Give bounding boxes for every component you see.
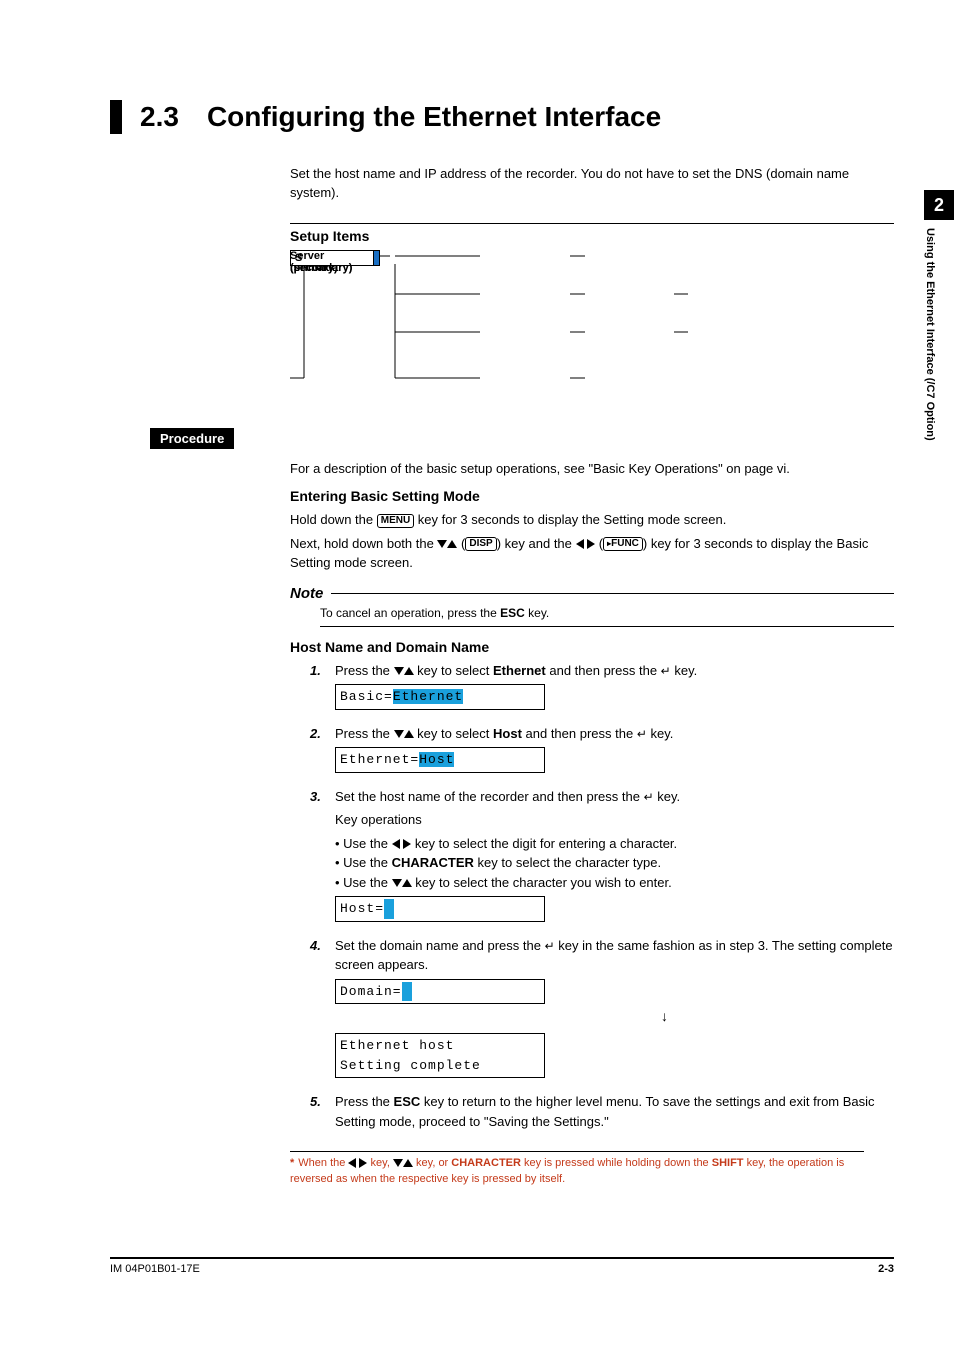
up-icon: [402, 879, 412, 887]
down-icon: [392, 879, 402, 887]
note-heading: Note: [290, 585, 894, 602]
setup-items-diagram: Ethernet End Host Local IP DNS Host Host…: [290, 250, 894, 420]
lcd-domain: Domain=: [335, 979, 545, 1005]
down-icon: [393, 1159, 403, 1167]
procedure-heading: Procedure: [150, 428, 234, 449]
lcd-ethernet-host: Ethernet=Host: [335, 747, 545, 773]
label-server-secondary: Server (secondary): [290, 250, 370, 274]
step-3: Set the host name of the recorder and th…: [310, 787, 894, 922]
left-icon: [392, 839, 400, 849]
left-icon: [576, 539, 584, 549]
up-icon: [404, 730, 414, 738]
enter-icon: ↵: [661, 662, 671, 680]
section-heading: Configuring the Ethernet Interface: [207, 100, 661, 134]
disp-key-icon: DISP: [465, 537, 496, 551]
section-number: 2.3: [140, 100, 179, 134]
intro-paragraph: Set the host name and IP address of the …: [290, 164, 894, 203]
step-5: Press the ESC key to return to the highe…: [310, 1092, 894, 1131]
down-icon: [394, 667, 404, 675]
step-1: Press the key to select Ethernet and the…: [310, 661, 894, 710]
host-domain-heading: Host Name and Domain Name: [290, 639, 894, 655]
down-icon: [437, 540, 447, 548]
lcd-setting-complete: Ethernet host Setting complete: [335, 1033, 545, 1078]
step-2: Press the key to select Host and then pr…: [310, 724, 894, 773]
enter-icon: ↵: [637, 725, 647, 743]
enter-icon: ↵: [545, 937, 555, 955]
footer-left: IM 04P01B01-17E: [110, 1263, 200, 1275]
steps-list: Press the key to select Ethernet and the…: [310, 661, 894, 1132]
footer-right: 2-3: [878, 1263, 894, 1275]
func-key-icon: ▸FUNC: [603, 537, 643, 551]
setup-items-heading: Setup Items: [290, 223, 894, 244]
up-icon: [447, 540, 457, 548]
step-4: Set the domain name and press the ↵ key …: [310, 936, 894, 1079]
menu-key-icon: MENU: [377, 514, 414, 528]
enter-icon: ↵: [644, 788, 654, 806]
page-footer: IM 04P01B01-17E 2-3: [110, 1257, 894, 1275]
note-body: To cancel an operation, press the ESC ke…: [320, 606, 894, 627]
lcd-host: Host=: [335, 896, 545, 922]
arrow-down-icon: ↓: [435, 1006, 894, 1027]
lcd-basic-ethernet: Basic=Ethernet: [335, 684, 545, 710]
entering-basic-heading: Entering Basic Setting Mode: [290, 488, 894, 504]
title-accent: [110, 100, 122, 134]
footnote: *When the key, key, or CHARACTER key is …: [290, 1151, 864, 1187]
entering-basic-text: Hold down the MENU key for 3 seconds to …: [290, 510, 894, 573]
right-icon: [587, 539, 595, 549]
procedure-intro: For a description of the basic setup ope…: [290, 459, 894, 479]
section-title: 2.3 Configuring the Ethernet Interface: [110, 100, 894, 134]
down-icon: [394, 730, 404, 738]
up-icon: [404, 667, 414, 675]
up-icon: [403, 1159, 413, 1167]
left-icon: [348, 1158, 356, 1168]
